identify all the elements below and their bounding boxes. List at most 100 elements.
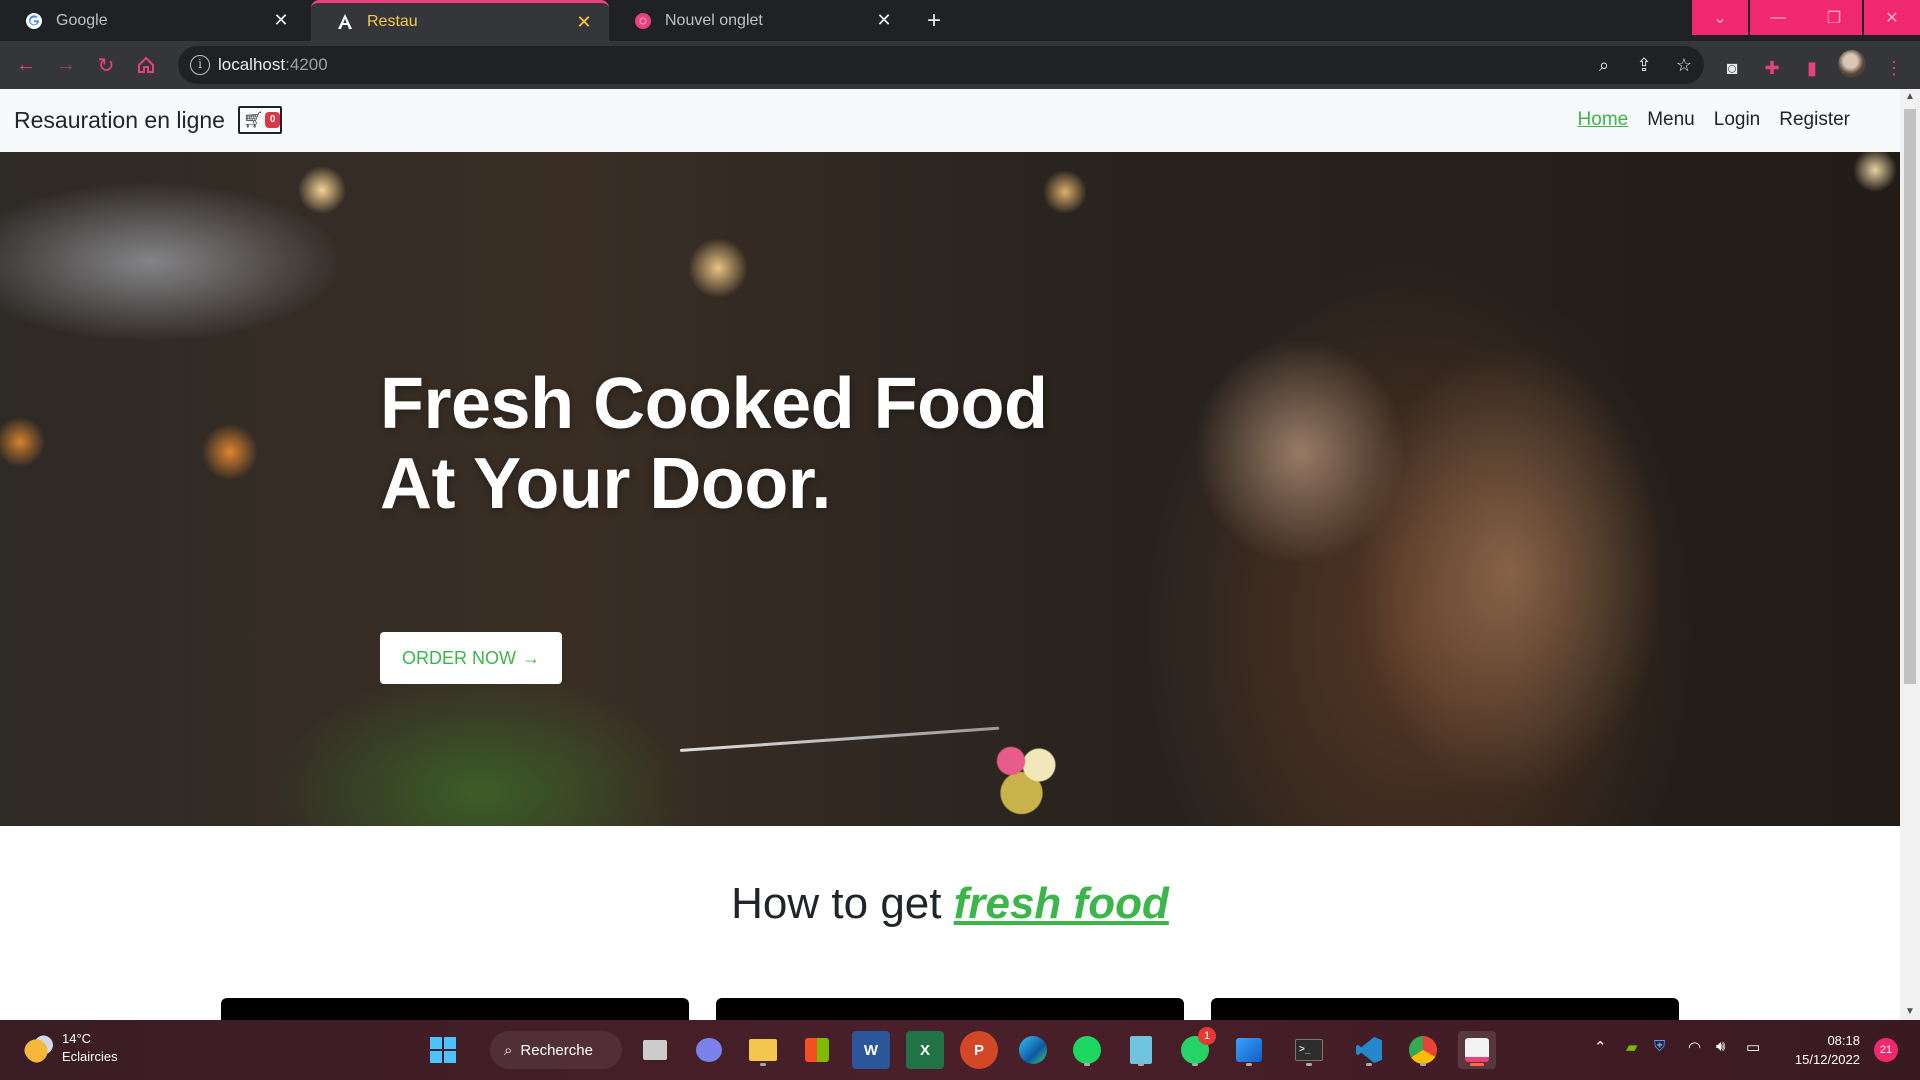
nav-links: Home Menu Login Register [1578, 109, 1850, 131]
teams-chat-icon[interactable] [690, 1031, 728, 1069]
google-icon [24, 11, 44, 31]
page-viewport: Resauration en ligne 🛒︎ 0 Home Menu Logi… [0, 89, 1920, 1020]
home-icon[interactable] [130, 49, 162, 81]
hero-title-line1: Fresh Cooked Food [380, 364, 1048, 444]
camera-icon[interactable]: ◙ [1716, 57, 1748, 79]
share-icon[interactable]: ⇪ [1628, 54, 1660, 76]
side-panel-icon[interactable]: ▮ [1796, 57, 1828, 79]
system-clock[interactable]: 08:18 15/12/2022 [1780, 1031, 1860, 1069]
profile-avatar[interactable] [1838, 50, 1866, 78]
security-shield-icon[interactable]: ⛨ [1654, 1038, 1665, 1055]
windows-taskbar: 14°C Eclaircies ⌕ Recherche W X P 1 >_ ⌃… [0, 1020, 1920, 1080]
search-icon: ⌕ [504, 1041, 513, 1059]
page-scrollbar[interactable]: ▲ ▼ [1900, 89, 1920, 1020]
excel-icon[interactable]: X [906, 1031, 944, 1069]
address-bar[interactable]: i localhost:4200 ⌕ ⇪ ☆ [178, 46, 1704, 84]
whatsapp-icon[interactable]: 1 [1176, 1027, 1216, 1069]
scrollbar-thumb[interactable] [1904, 109, 1916, 684]
volume-icon[interactable]: 🔊︎ [1716, 1038, 1725, 1055]
windows-start-icon[interactable] [424, 1031, 462, 1069]
site-brand[interactable]: Resauration en ligne [14, 107, 225, 134]
show-hidden-icons[interactable]: ⌃ [1594, 1038, 1607, 1056]
nav-login[interactable]: Login [1714, 109, 1761, 131]
minimize-button[interactable]: — [1750, 0, 1806, 35]
hero-food-decoration [990, 737, 1060, 817]
section-title-prefix: How to get [731, 879, 954, 928]
nav-home[interactable]: Home [1578, 109, 1629, 131]
zoom-icon[interactable]: ⌕ [1588, 54, 1620, 76]
chrome-taskbar-icon[interactable] [1404, 1031, 1442, 1069]
task-view-icon[interactable] [636, 1031, 674, 1069]
edge-icon[interactable] [1014, 1031, 1052, 1069]
battery-icon[interactable]: ▭ [1746, 1038, 1760, 1056]
vscode-icon[interactable] [1350, 1031, 1388, 1069]
close-tab-icon[interactable]: ✕ [573, 11, 595, 33]
weather-temp: 14°C [62, 1031, 92, 1046]
restore-button[interactable]: ❐ [1806, 0, 1862, 35]
hero-title-line2: At Your Door. [380, 444, 831, 524]
arrow-right-icon: → [522, 647, 540, 668]
cart-button[interactable]: 🛒︎ 0 [238, 106, 282, 134]
section-title: How to get fresh food [0, 879, 1900, 929]
cart-count-badge: 0 [265, 112, 280, 128]
notepad-icon[interactable] [1122, 1031, 1160, 1069]
weather-desc: Eclaircies [62, 1049, 118, 1064]
url-text: localhost:4200 [218, 55, 328, 74]
word-icon[interactable]: W [852, 1031, 890, 1069]
tab-new-tab[interactable]: Nouvel onglet ✕ [609, 0, 909, 41]
scroll-down-icon[interactable]: ▼ [1900, 1004, 1920, 1020]
chrome-icon [633, 11, 653, 31]
nvidia-icon[interactable]: ▰ [1626, 1038, 1638, 1056]
back-icon[interactable]: ← [10, 49, 42, 81]
photos-icon[interactable] [1230, 1031, 1268, 1069]
site-navbar: Resauration en ligne 🛒︎ 0 Home Menu Logi… [0, 89, 1900, 152]
step-card [221, 998, 689, 1020]
close-tab-icon[interactable]: ✕ [873, 10, 895, 32]
hero-fork-decoration [679, 726, 1000, 752]
terminal-icon[interactable]: >_ [1290, 1031, 1328, 1069]
hero-banner: Fresh Cooked Food At Your Door. ORDER NO… [0, 152, 1900, 826]
partly-sunny-icon [24, 1033, 54, 1063]
tab-google[interactable]: Google ✕ [0, 0, 306, 41]
step-card [716, 998, 1184, 1020]
whatsapp-badge: 1 [1198, 1027, 1216, 1045]
cart-icon: 🛒︎ [243, 112, 264, 129]
taskbar-search[interactable]: ⌕ Recherche [490, 1031, 622, 1069]
microsoft-store-icon[interactable] [798, 1031, 836, 1069]
close-tab-icon[interactable]: ✕ [270, 10, 292, 32]
section-title-emphasis: fresh food [953, 879, 1169, 928]
nav-register[interactable]: Register [1779, 109, 1850, 131]
notification-badge[interactable]: 21 [1874, 1038, 1898, 1062]
bookmark-star-icon[interactable]: ☆ [1668, 54, 1700, 76]
tab-title: Nouvel onglet [665, 11, 763, 29]
spotify-icon[interactable] [1068, 1031, 1106, 1069]
wifi-icon[interactable]: ◠ [1688, 1038, 1701, 1056]
close-window-button[interactable]: ✕ [1864, 0, 1920, 35]
nav-menu[interactable]: Menu [1647, 109, 1695, 131]
angular-icon [335, 12, 355, 32]
scroll-up-icon[interactable]: ▲ [1900, 89, 1920, 105]
tab-strip: Google ✕ Restau ✕ Nouvel onglet ✕ + ⌄ — … [0, 0, 1920, 41]
step-card [1211, 998, 1679, 1020]
tab-title: Restau [367, 13, 418, 30]
hero-title: Fresh Cooked Food At Your Door. [380, 364, 1048, 524]
reload-icon[interactable]: ↻ [90, 49, 122, 81]
clock-time: 08:18 [1827, 1033, 1860, 1048]
new-tab-button[interactable]: + [918, 6, 950, 36]
powerpoint-icon[interactable]: P [960, 1031, 998, 1069]
site-info-icon[interactable]: i [190, 55, 210, 75]
order-now-button[interactable]: ORDER NOW → [380, 632, 562, 684]
extensions-puzzle-icon[interactable]: ✚ [1756, 57, 1788, 79]
tab-restau[interactable]: Restau ✕ [311, 0, 609, 41]
weather-widget[interactable]: 14°C Eclaircies [24, 1030, 118, 1066]
order-now-label: ORDER NOW [402, 647, 516, 668]
browser-toolbar: ← → ↻ i localhost:4200 ⌕ ⇪ ☆ ◙ ✚ ▮ ⋮ [0, 41, 1920, 89]
tab-search-button[interactable]: ⌄ [1692, 0, 1748, 35]
taskbar-search-label: Recherche [520, 1041, 593, 1059]
file-explorer-icon[interactable] [744, 1031, 782, 1069]
snipping-tool-icon[interactable] [1458, 1031, 1496, 1069]
tab-title: Google [56, 11, 108, 29]
clock-date: 15/12/2022 [1794, 1052, 1860, 1067]
forward-icon[interactable]: → [50, 49, 82, 81]
menu-kebab-icon[interactable]: ⋮ [1878, 57, 1910, 79]
